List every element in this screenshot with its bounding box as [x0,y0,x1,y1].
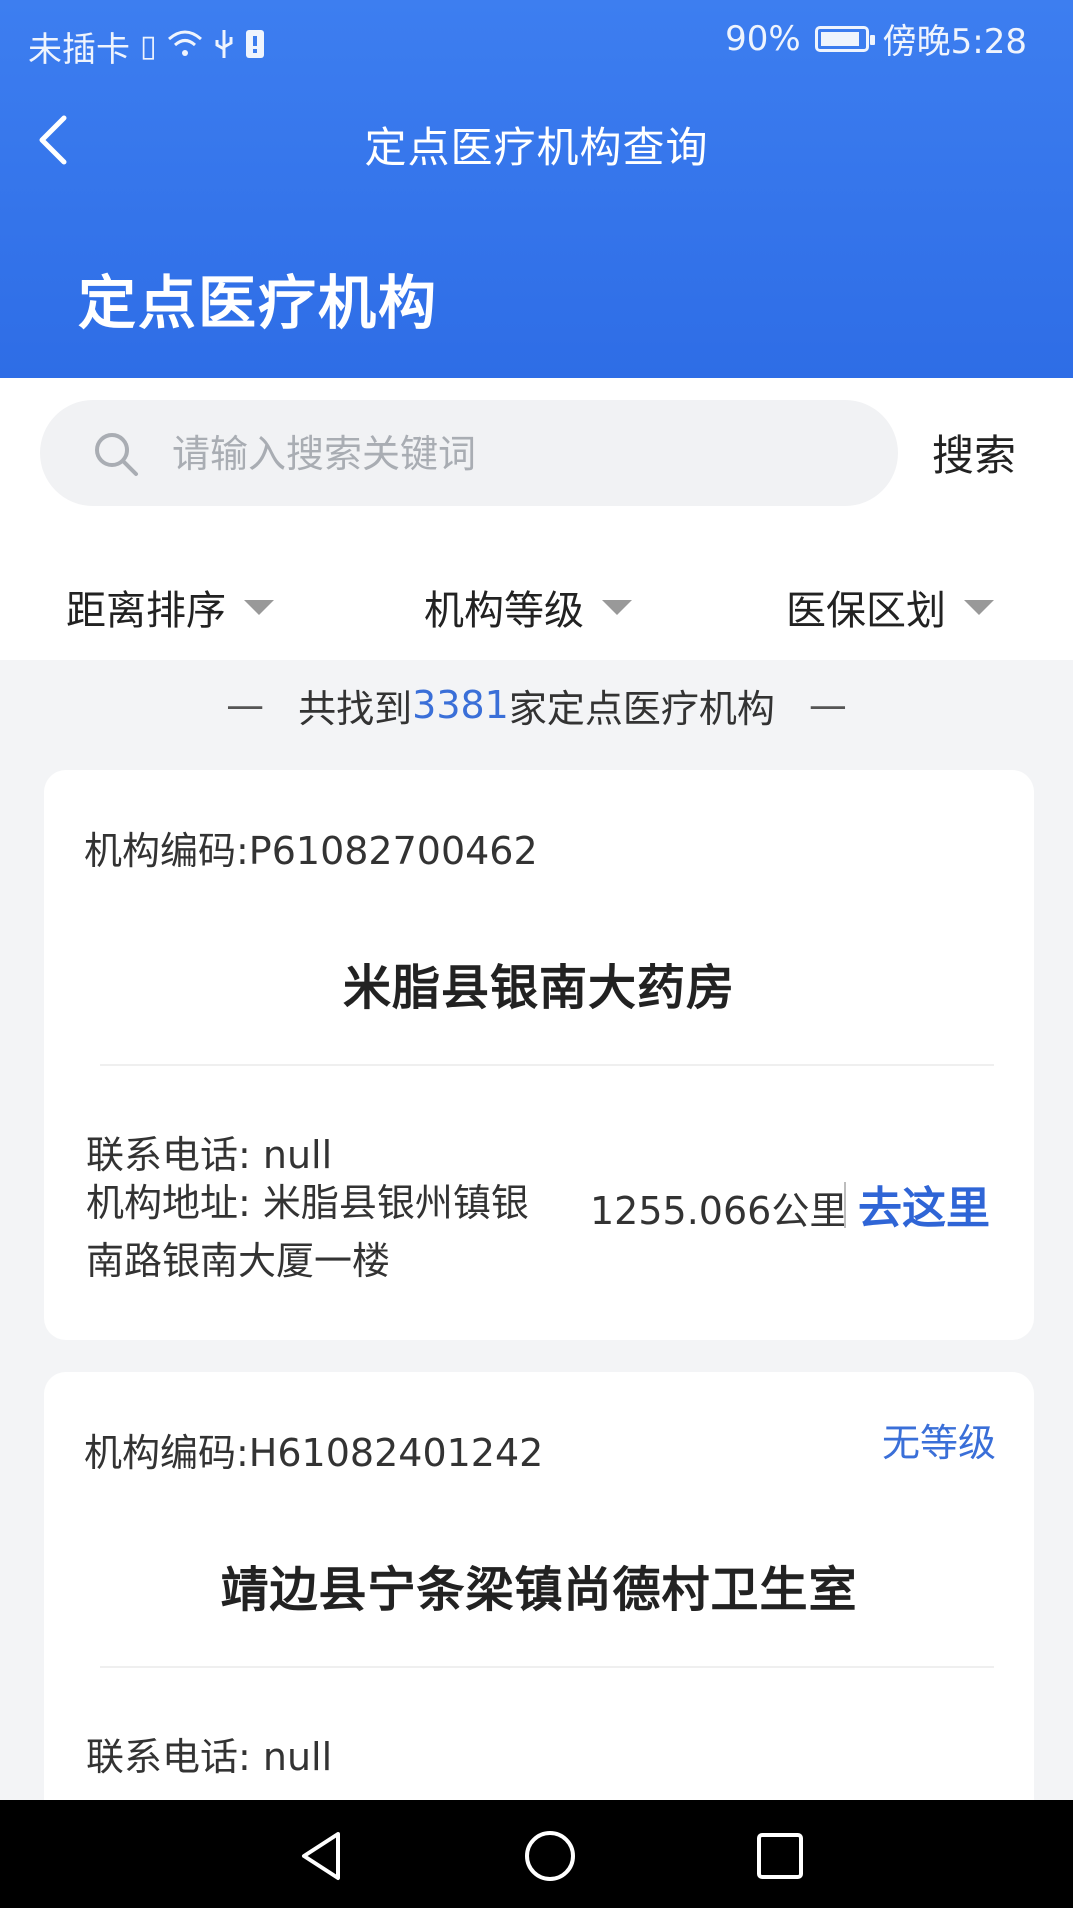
results-list: — 共找到 3381 家定点医疗机构 — 机构编码:P61082700462 米… [0,660,1073,1832]
back-triangle-icon[interactable] [294,1828,350,1884]
distance-separator [844,1182,846,1228]
caret-down-icon [244,599,274,615]
institution-level-badge: 无等级 [881,1421,996,1465]
result-count-suffix: 家定点医疗机构 [508,686,775,731]
usb-icon [213,28,235,66]
status-left: 未插卡 ▯ [28,22,265,71]
battery-percent: 90% [725,18,801,59]
filter-label: 医保区划 [786,588,946,634]
status-bar: 未插卡 ▯ 90% 傍晚5:28 [0,0,1073,80]
result-count-bar: — 共找到 3381 家定点医疗机构 — [0,660,1073,750]
institution-phone: 联系电话: null [86,1133,333,1177]
wifi-icon [167,29,203,65]
institution-name: 米脂县银南大药房 [342,960,735,1016]
search-input[interactable] [170,418,874,490]
institution-code: 机构编码:H61082401242 [84,1431,544,1475]
institution-address: 机构地址: 米脂县银州镇银南路银南大厦一楼 [86,1181,529,1283]
search-icon [92,430,140,478]
institution-phone: 联系电话: null [86,1735,333,1779]
institution-name: 靖边县宁条梁镇尚德村卫生室 [220,1562,858,1618]
left-dash: — [226,683,265,727]
institution-distance: 1255.066公里 [590,1189,848,1233]
right-dash: — [808,683,847,727]
filter-row: 距离排序 机构等级 医保区划 [0,548,1073,658]
card-divider [100,1666,994,1668]
nav-title: 定点医疗机构查询 [364,123,709,172]
filter-institution-level[interactable]: 机构等级 [424,578,632,636]
carrier-text: 未插卡 [28,30,130,70]
status-time: 傍晚5:28 [882,22,1027,62]
institution-card[interactable]: 机构编码:H61082401242 无等级 靖边县宁条梁镇尚德村卫生室 联系电话… [44,1372,1034,1832]
filter-label: 距离排序 [66,588,226,634]
notification-icon [245,29,265,65]
card-divider [100,1064,994,1066]
recents-square-icon[interactable] [752,1828,808,1884]
home-circle-icon[interactable] [522,1828,578,1884]
page-heading: 定点医疗机构 [78,269,439,337]
filter-insurance-region[interactable]: 医保区划 [786,578,994,636]
go-here-link[interactable]: 去这里 [858,1172,990,1236]
battery-fill [820,31,859,46]
result-count-number: 3381 [412,683,509,727]
caret-down-icon [964,599,994,615]
search-row: 搜索 [0,378,1073,528]
search-button[interactable]: 搜索 [932,422,1016,483]
status-right: 90% 傍晚5:28 [725,14,1027,63]
app-header: 未插卡 ▯ 90% 傍晚5:28 定点医疗机构查询 定点医疗机构 [0,0,1073,378]
institution-code: 机构编码:P61082700462 [84,829,538,873]
sim-icon: ▯ [140,28,157,64]
institution-card[interactable]: 机构编码:P61082700462 米脂县银南大药房 联系电话: null 机构… [44,770,1034,1340]
battery-icon [814,25,875,52]
search-box[interactable] [40,400,898,506]
filter-label: 机构等级 [424,588,584,634]
nav-bar: 定点医疗机构查询 [0,100,1073,180]
filter-distance-sort[interactable]: 距离排序 [66,578,274,636]
result-count-prefix: 共找到 [298,686,413,731]
caret-down-icon [602,599,632,615]
system-navigation-bar [0,1800,1073,1908]
